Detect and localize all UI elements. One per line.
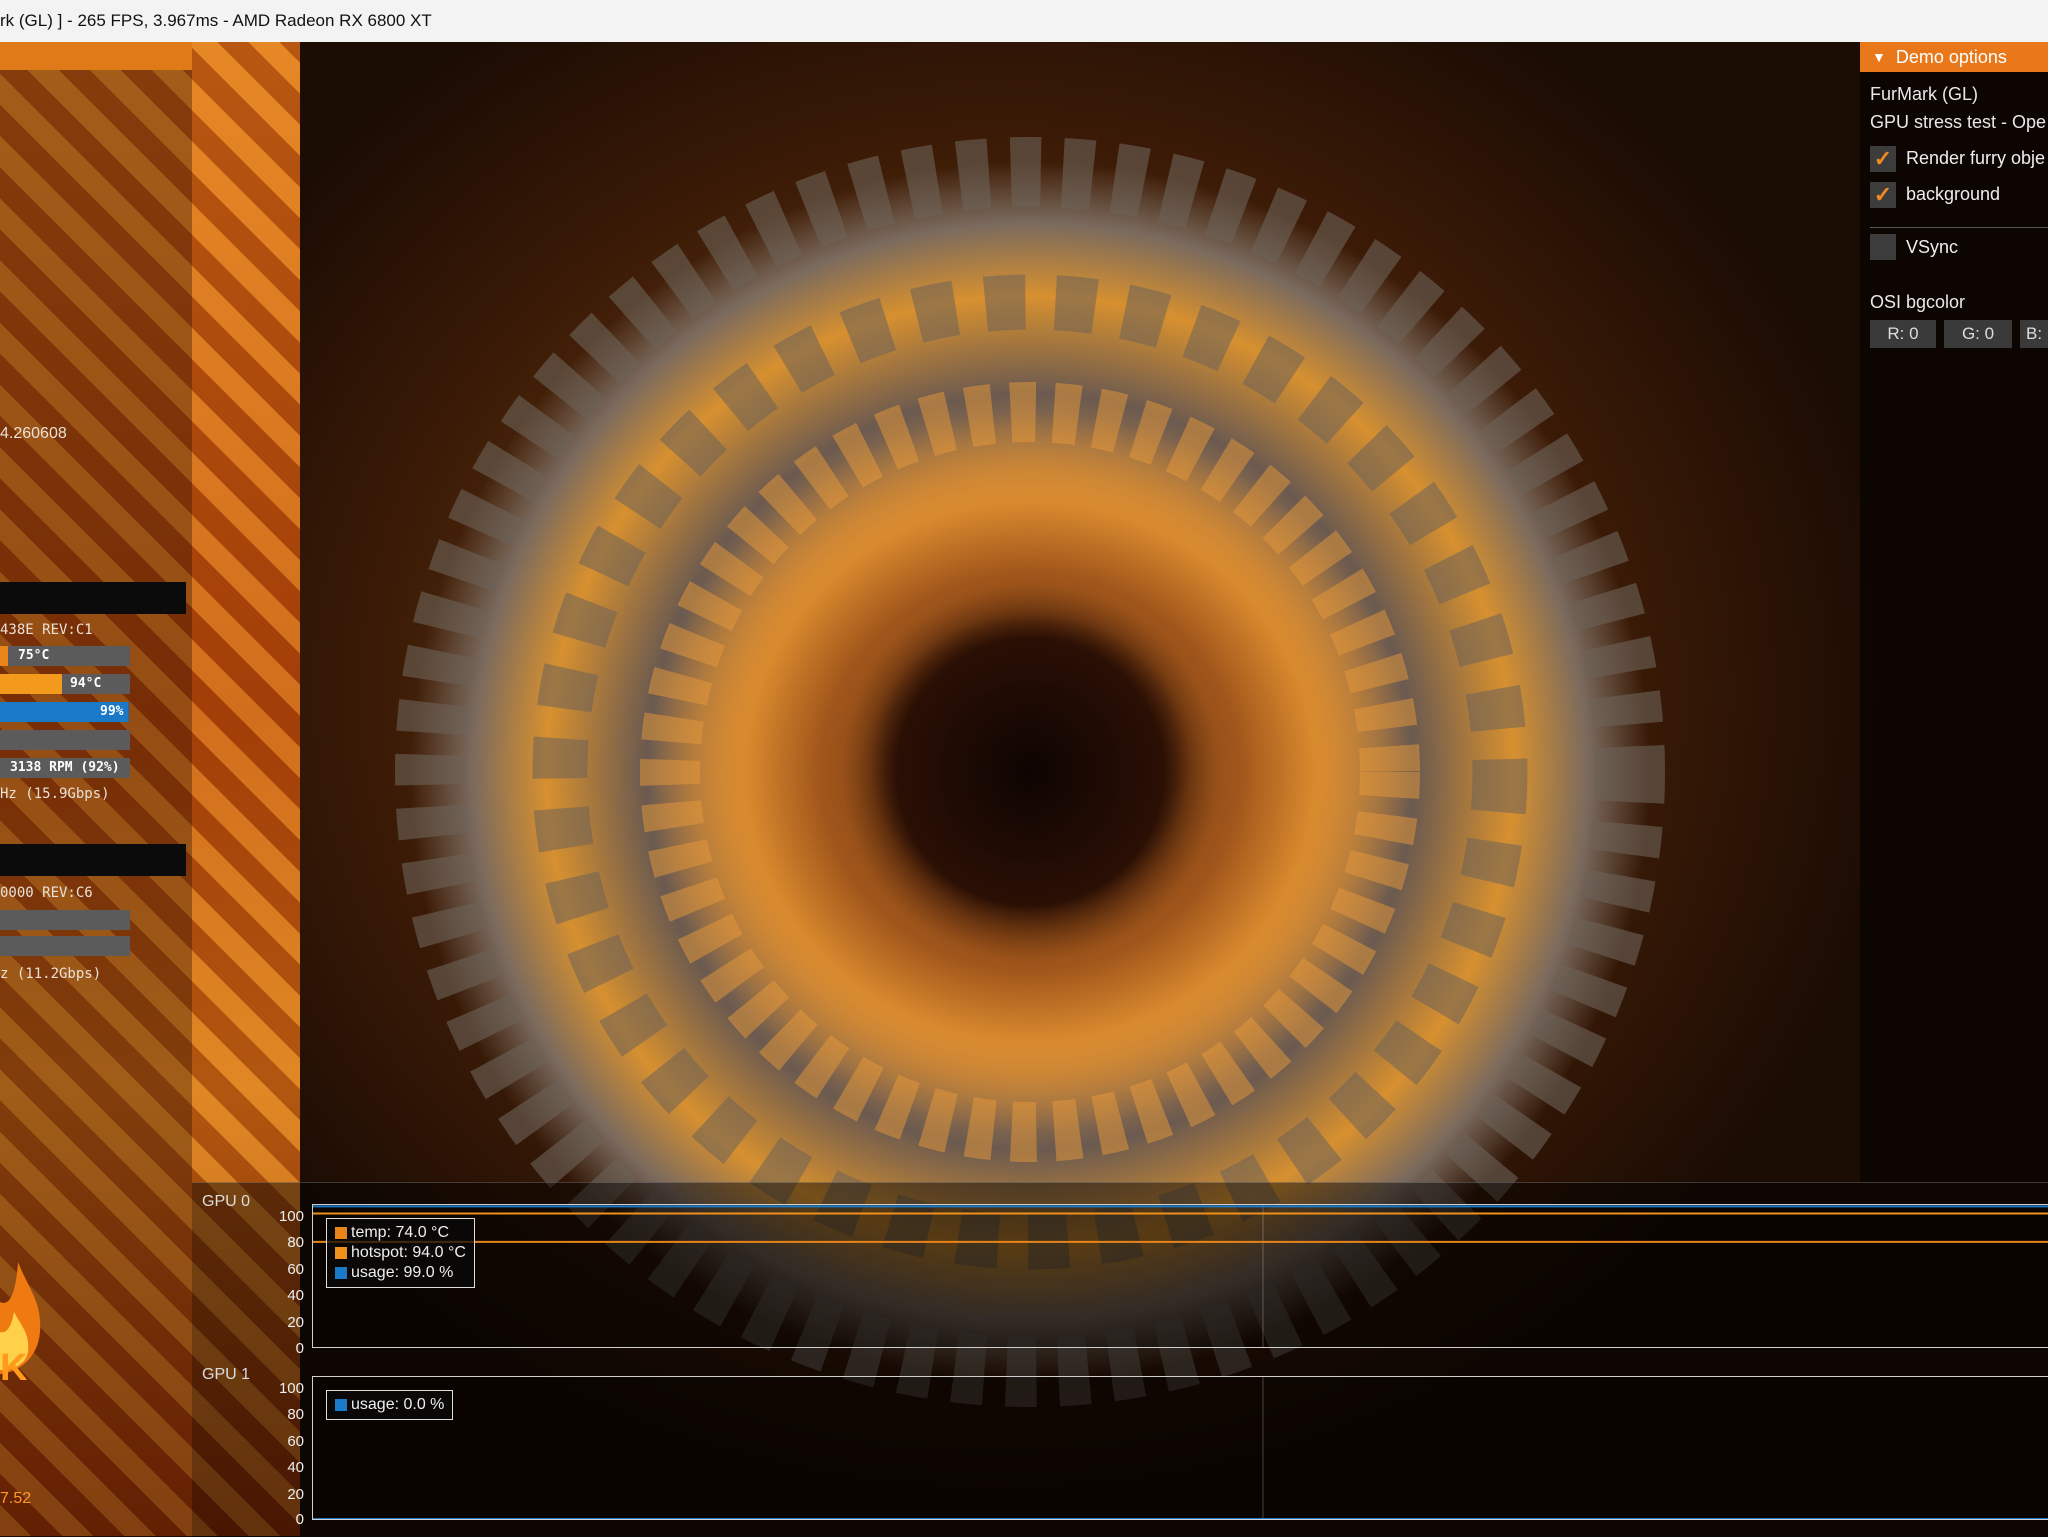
legend-item-usage: usage: 99.0 %	[335, 1263, 466, 1283]
gpu0-temp-fill	[0, 646, 8, 666]
render-furry-label[interactable]: Render furry obje	[1906, 148, 2045, 169]
gpu0-legend: temp: 74.0 °C hotspot: 94.0 °C usage: 99…	[326, 1218, 475, 1288]
demo-options-title: Demo options	[1895, 46, 2007, 67]
gpu0-blank-gauge	[0, 730, 130, 750]
gpu1-ytick: 40	[287, 1459, 304, 1476]
gpu0-usage-value: 99%	[100, 704, 124, 719]
gpu0-plot	[312, 1204, 2048, 1348]
gpu0-temp-gauge: 75°C	[0, 646, 130, 666]
gpu0-hotspot-value: 94°C	[70, 676, 102, 691]
gpu1-ytick: 20	[287, 1486, 304, 1503]
legend-item-temp: temp: 74.0 °C	[335, 1223, 466, 1243]
legend-swatch	[335, 1227, 347, 1239]
gpu1-header-bar	[0, 844, 186, 876]
demo-options-header[interactable]: ▼ Demo options	[1860, 42, 2048, 72]
background-checkbox[interactable]: ✓	[1870, 182, 1896, 208]
gpu1-plot-svg	[313, 1377, 2048, 1519]
gpu1-ytick: 60	[287, 1433, 304, 1450]
gpu1-plot	[312, 1376, 2048, 1520]
gpu1-ytick: 100	[278, 1380, 304, 1397]
gpu1-ytick: 0	[295, 1511, 304, 1528]
bgcolor-r-field[interactable]: R: 0	[1870, 320, 1936, 348]
osi-bgcolor-label: OSI bgcolor	[1870, 292, 1966, 312]
gpu1-mem-clock: z (11.2Gbps)	[0, 966, 102, 982]
bgcolor-b-field[interactable]: B:	[2020, 320, 2048, 348]
gpu0-graph-label: GPU 0	[202, 1193, 251, 1210]
gpu1-legend: usage: 0.0 %	[326, 1390, 454, 1420]
legend-item-hotspot: hotspot: 94.0 °C	[335, 1243, 466, 1263]
gpu0-mem-clock: Hz (15.9Gbps)	[0, 786, 110, 802]
gpu0-hotspot-fill	[0, 674, 62, 694]
gpu0-plot-svg	[313, 1205, 2048, 1347]
gpu0-fan-value: 3138 RPM (92%)	[10, 760, 120, 775]
collapse-triangle-icon[interactable]: ▼	[1872, 49, 1886, 65]
gpu1-gauge-1	[0, 910, 130, 930]
gpu0-fan-gauge: 3138 RPM (92%)	[0, 758, 130, 778]
svg-text:K: K	[0, 1347, 28, 1382]
gpu0-ytick: 0	[295, 1340, 304, 1357]
gpu0-ytick: 80	[287, 1234, 304, 1251]
gpu0-id: 438E REV:C1	[0, 622, 93, 638]
gpu1-id: 0000 REV:C6	[0, 885, 93, 901]
render-furry-checkbox[interactable]: ✓	[1870, 146, 1896, 172]
window-title: rk (GL) ] - 265 FPS, 3.967ms - AMD Radeo…	[0, 11, 432, 30]
legend-swatch	[335, 1399, 347, 1411]
app-subtitle: GPU stress test - Ope	[1870, 112, 2047, 132]
legend-temp-text: temp: 74.0 °C	[351, 1224, 449, 1241]
gpu0-ytick: 100	[278, 1208, 304, 1225]
legend-hotspot-text: hotspot: 94.0 °C	[351, 1244, 466, 1261]
separator	[1870, 227, 2048, 228]
osi-top-bar	[0, 42, 192, 70]
gpu0-ytick: 60	[287, 1261, 304, 1278]
vsync-checkbox[interactable]	[1870, 234, 1896, 260]
gpu0-temp-value: 75°C	[18, 648, 50, 663]
gpu0-usage-gauge: 99%	[0, 702, 130, 722]
title-bar: rk (GL) ] - 265 FPS, 3.967ms - AMD Radeo…	[0, 0, 2048, 43]
legend-usage-text: usage: 99.0 %	[351, 1264, 454, 1281]
gpu1-ytick: 80	[287, 1406, 304, 1423]
gpu0-hotspot-gauge: 94°C	[0, 674, 130, 694]
value-readout: 4.260608	[0, 425, 67, 442]
background-label[interactable]: background	[1906, 184, 2000, 205]
version-label: 7.52	[0, 1490, 32, 1507]
gpu1-gauge-2	[0, 936, 130, 956]
demo-options-panel: ▼ Demo options FurMark (GL) GPU stress t…	[1860, 42, 2048, 1182]
gpu0-ytick: 20	[287, 1314, 304, 1331]
legend-swatch	[335, 1247, 347, 1259]
bgcolor-g-field[interactable]: G: 0	[1944, 320, 2012, 348]
gpu0-ytick: 40	[287, 1287, 304, 1304]
furmark-flame-logo: K	[0, 1262, 41, 1382]
vsync-label[interactable]: VSync	[1906, 237, 1958, 258]
legend-usage-text: usage: 0.0 %	[351, 1396, 445, 1413]
legend-item-usage: usage: 0.0 %	[335, 1395, 444, 1415]
legend-swatch	[335, 1267, 347, 1279]
gpu0-header-bar	[0, 582, 186, 614]
app-name: FurMark (GL)	[1870, 84, 1978, 104]
gpu1-graph-label: GPU 1	[202, 1366, 251, 1383]
